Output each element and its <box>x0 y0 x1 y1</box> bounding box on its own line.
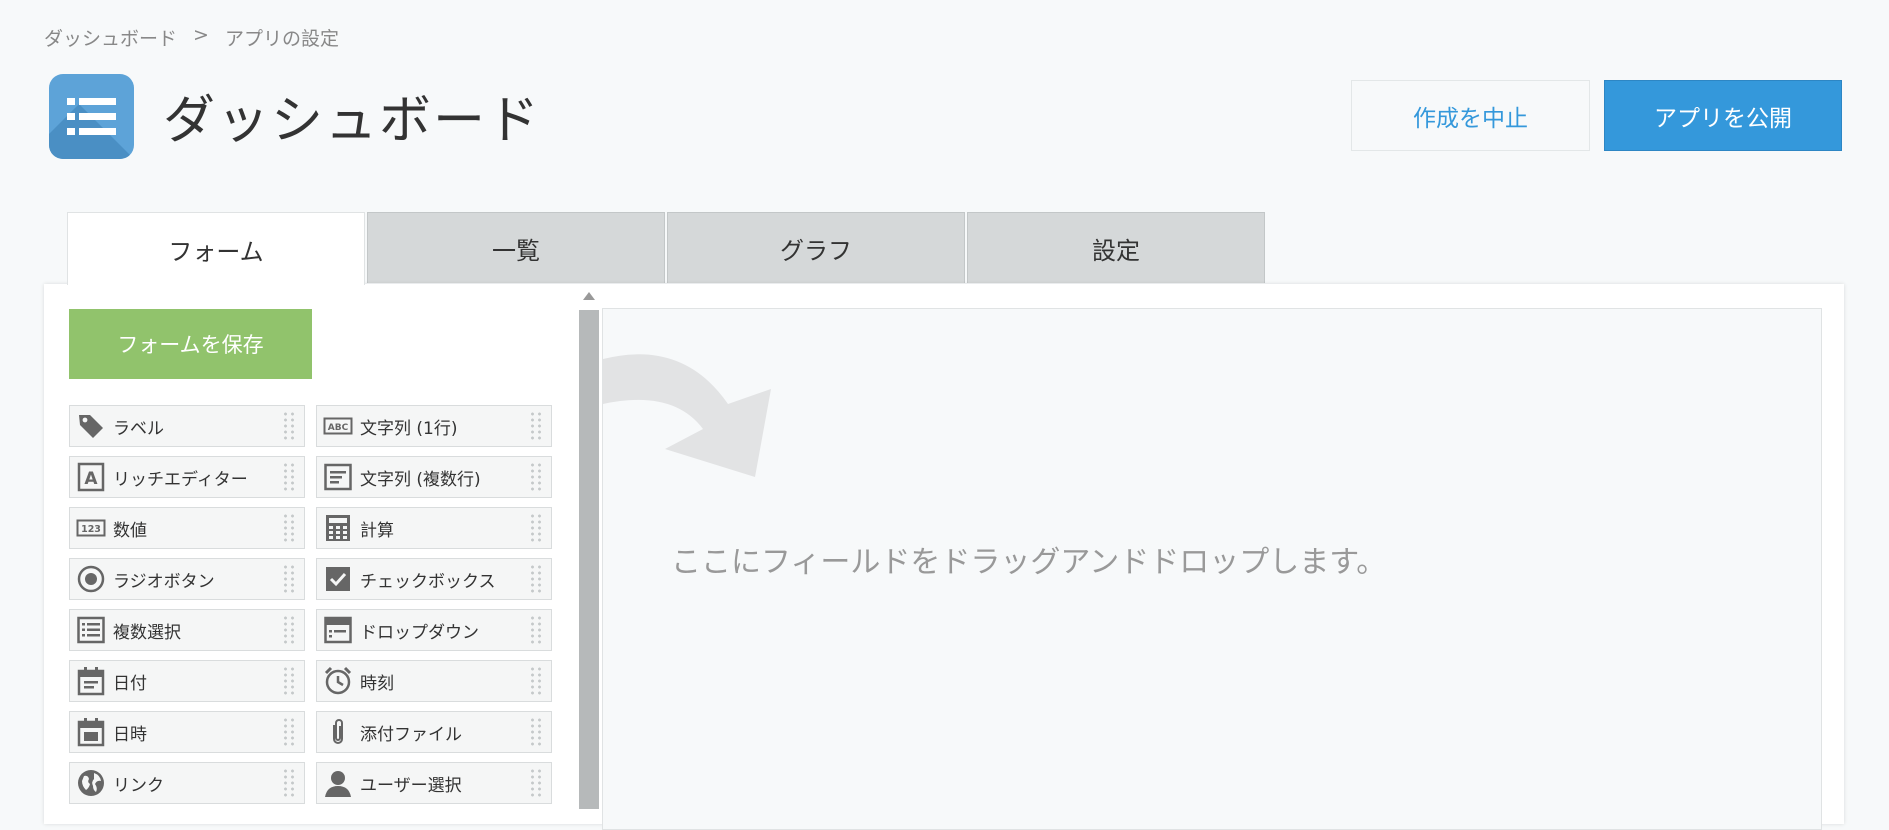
drag-handle-icon[interactable] <box>282 717 296 747</box>
breadcrumb-home-link[interactable]: ダッシュボード <box>44 24 177 51</box>
dropdown-icon <box>323 615 353 645</box>
publish-app-button[interactable]: アプリを公開 <box>1604 80 1842 151</box>
clock-icon <box>323 666 353 696</box>
field-item-name: チェックボックス <box>360 571 496 592</box>
rich-editor-icon: A <box>76 462 106 492</box>
list-icon <box>67 98 116 135</box>
field-item-name: ドロップダウン <box>360 622 479 643</box>
field-item-label[interactable]: ラベル <box>69 405 305 447</box>
field-item-name: リンク <box>113 775 164 796</box>
checkbox-icon <box>323 564 353 594</box>
drag-handle-icon[interactable] <box>282 513 296 543</box>
field-item-name: 時刻 <box>360 673 394 694</box>
tab-form[interactable]: フォーム <box>67 212 365 285</box>
date-icon <box>76 666 106 696</box>
field-item-name: 日付 <box>113 673 147 694</box>
drag-handle-icon[interactable] <box>529 666 543 696</box>
globe-icon <box>76 768 106 798</box>
field-item-name: ラジオボタン <box>113 571 215 592</box>
field-item-dropdown[interactable]: ドロップダウン <box>316 609 552 651</box>
drag-handle-icon[interactable] <box>529 615 543 645</box>
cancel-creation-button[interactable]: 作成を中止 <box>1351 80 1590 151</box>
breadcrumb: ダッシュボード > アプリの設定 <box>44 24 339 51</box>
svg-text:123: 123 <box>81 524 101 535</box>
field-item-multi-line-text[interactable]: 文字列 (複数行) <box>316 456 552 498</box>
field-item-link[interactable]: リンク <box>69 762 305 804</box>
field-item-name: 計算 <box>360 520 394 541</box>
breadcrumb-current: アプリの設定 <box>224 28 339 50</box>
drag-handle-icon[interactable] <box>282 768 296 798</box>
tab-list[interactable]: 一覧 <box>367 212 665 283</box>
field-item-name: ラベル <box>113 418 164 439</box>
paperclip-icon <box>323 717 353 747</box>
abc-icon: ABC <box>323 411 353 441</box>
breadcrumb-separator: > <box>193 24 209 46</box>
drag-handle-icon[interactable] <box>529 717 543 747</box>
palette-scrollbar[interactable] <box>579 286 599 809</box>
scrollbar-thumb[interactable] <box>579 310 599 809</box>
svg-text:A: A <box>84 469 98 489</box>
field-item-name: 文字列 (1行) <box>360 418 458 439</box>
form-drop-area[interactable]: ここにフィールドをドラッグアンドドロップします。 <box>602 308 1822 830</box>
drag-handle-icon[interactable] <box>529 564 543 594</box>
multi-select-icon <box>76 615 106 645</box>
drag-handle-icon[interactable] <box>282 411 296 441</box>
drag-handle-icon[interactable] <box>282 615 296 645</box>
drag-handle-icon[interactable] <box>529 411 543 441</box>
drag-handle-icon[interactable] <box>529 513 543 543</box>
field-item-calculated[interactable]: 計算 <box>316 507 552 549</box>
calculator-icon <box>323 513 353 543</box>
number-icon: 123 <box>76 513 106 543</box>
user-icon <box>323 768 353 798</box>
datetime-icon <box>76 717 106 747</box>
field-item-name: リッチエディター <box>113 469 248 490</box>
drag-handle-icon[interactable] <box>282 666 296 696</box>
drag-handle-icon[interactable] <box>529 768 543 798</box>
field-item-name: 添付ファイル <box>360 724 462 745</box>
drag-handle-icon[interactable] <box>282 564 296 594</box>
scroll-up-arrow-icon[interactable] <box>583 292 595 300</box>
drop-hint-text: ここにフィールドをドラッグアンドドロップします。 <box>671 545 1387 580</box>
field-item-date[interactable]: 日付 <box>69 660 305 702</box>
multiline-text-icon <box>323 462 353 492</box>
curved-arrow-icon <box>603 354 771 477</box>
field-item-radio-button[interactable]: ラジオボタン <box>69 558 305 600</box>
field-item-single-line-text[interactable]: ABC 文字列 (1行) <box>316 405 552 447</box>
field-item-multi-choice[interactable]: 複数選択 <box>69 609 305 651</box>
field-palette: ラベル ABC 文字列 (1行) A リッチエディター 文字列 (複数行) 12… <box>69 405 552 804</box>
field-item-name: ユーザー選択 <box>360 775 462 796</box>
drag-handle-icon[interactable] <box>282 462 296 492</box>
field-item-time[interactable]: 時刻 <box>316 660 552 702</box>
field-item-name: 日時 <box>113 724 147 745</box>
save-form-button[interactable]: フォームを保存 <box>69 309 312 379</box>
field-item-user-selection[interactable]: ユーザー選択 <box>316 762 552 804</box>
settings-tabs: フォーム 一覧 グラフ 設定 <box>67 212 1267 285</box>
tab-settings[interactable]: 設定 <box>967 212 1265 283</box>
field-item-attachment[interactable]: 添付ファイル <box>316 711 552 753</box>
field-item-rich-editor[interactable]: A リッチエディター <box>69 456 305 498</box>
field-item-name: 文字列 (複数行) <box>360 469 481 490</box>
field-item-name: 複数選択 <box>113 622 181 643</box>
app-icon <box>49 74 134 159</box>
tab-graph[interactable]: グラフ <box>667 212 965 283</box>
page-title: ダッシュボード <box>163 91 542 151</box>
field-item-number[interactable]: 123 数値 <box>69 507 305 549</box>
field-item-checkbox[interactable]: チェックボックス <box>316 558 552 600</box>
radio-icon <box>76 564 106 594</box>
tag-icon <box>76 411 106 441</box>
svg-text:ABC: ABC <box>328 423 349 433</box>
field-item-datetime[interactable]: 日時 <box>69 711 305 753</box>
field-item-name: 数値 <box>113 520 147 541</box>
drag-handle-icon[interactable] <box>529 462 543 492</box>
